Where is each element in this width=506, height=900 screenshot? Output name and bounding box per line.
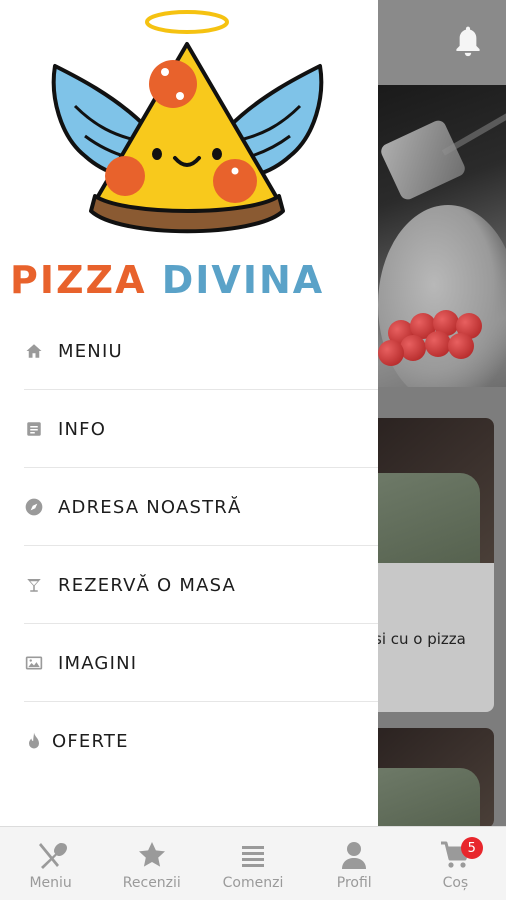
drawer-item-oferte[interactable]: OFERTE	[0, 702, 378, 780]
bell-icon[interactable]	[452, 24, 484, 60]
document-icon	[24, 419, 44, 439]
cocktail-icon	[24, 575, 44, 595]
compass-icon	[24, 497, 44, 517]
nav-comenzi[interactable]: Comenzi	[202, 827, 303, 900]
image-icon	[24, 653, 44, 673]
nav-label: Meniu	[29, 875, 72, 891]
nav-label: Comenzi	[222, 875, 284, 891]
drawer-item-info[interactable]: INFO	[0, 390, 378, 468]
nav-label: Profil	[336, 875, 372, 891]
cart-count-badge: 5	[460, 837, 483, 859]
bottom-navigation: Meniu Recenzii Comenzi Profil Coș 5	[0, 826, 506, 900]
home-icon	[24, 341, 44, 361]
fork-knife-icon	[38, 843, 67, 869]
brand-name: PIZZA DIVINA	[10, 258, 324, 302]
nav-label: Recenzii	[122, 875, 181, 891]
drawer-menu: MENIU INFO ADRESA NOASTRĂ REZERVĂ O MASA…	[0, 312, 378, 780]
nav-profil[interactable]: Profil	[304, 827, 405, 900]
nav-recenzii[interactable]: Recenzii	[101, 827, 202, 900]
drawer-item-label: OFERTE	[52, 730, 129, 752]
nav-meniu[interactable]: Meniu	[0, 827, 101, 900]
flame-icon	[24, 731, 44, 751]
promo-card[interactable]	[370, 728, 494, 828]
drawer-item-imagini[interactable]: IMAGINI	[0, 624, 378, 702]
drawer-item-label: MENIU	[58, 340, 123, 362]
promo-card[interactable]: si cu o pizza	[370, 418, 494, 712]
drawer-item-label: IMAGINI	[58, 652, 138, 674]
nav-label: Coș	[442, 875, 469, 891]
list-icon	[242, 846, 264, 867]
navigation-drawer: PIZZA DIVINA MENIU INFO ADRESA NOASTRĂ R…	[0, 0, 378, 826]
drawer-item-rezerva[interactable]: REZERVĂ O MASA	[0, 546, 378, 624]
brand-word-pizza: PIZZA	[10, 258, 147, 302]
drawer-item-label: INFO	[58, 418, 107, 440]
drawer-item-adresa[interactable]: ADRESA NOASTRĂ	[0, 468, 378, 546]
logo: PIZZA DIVINA	[0, 0, 378, 312]
pizza-angel-logo	[51, 10, 324, 234]
hero-image	[378, 85, 506, 387]
brand-word-divina: DIVINA	[161, 258, 325, 302]
nav-cos[interactable]: Coș 5	[405, 827, 506, 900]
drawer-item-label: REZERVĂ O MASA	[58, 574, 237, 596]
drawer-item-label: ADRESA NOASTRĂ	[58, 496, 242, 518]
star-icon	[138, 842, 165, 867]
person-icon	[342, 842, 367, 869]
promo-card-text: si cu o pizza	[374, 630, 466, 648]
drawer-item-meniu[interactable]: MENIU	[0, 312, 378, 390]
